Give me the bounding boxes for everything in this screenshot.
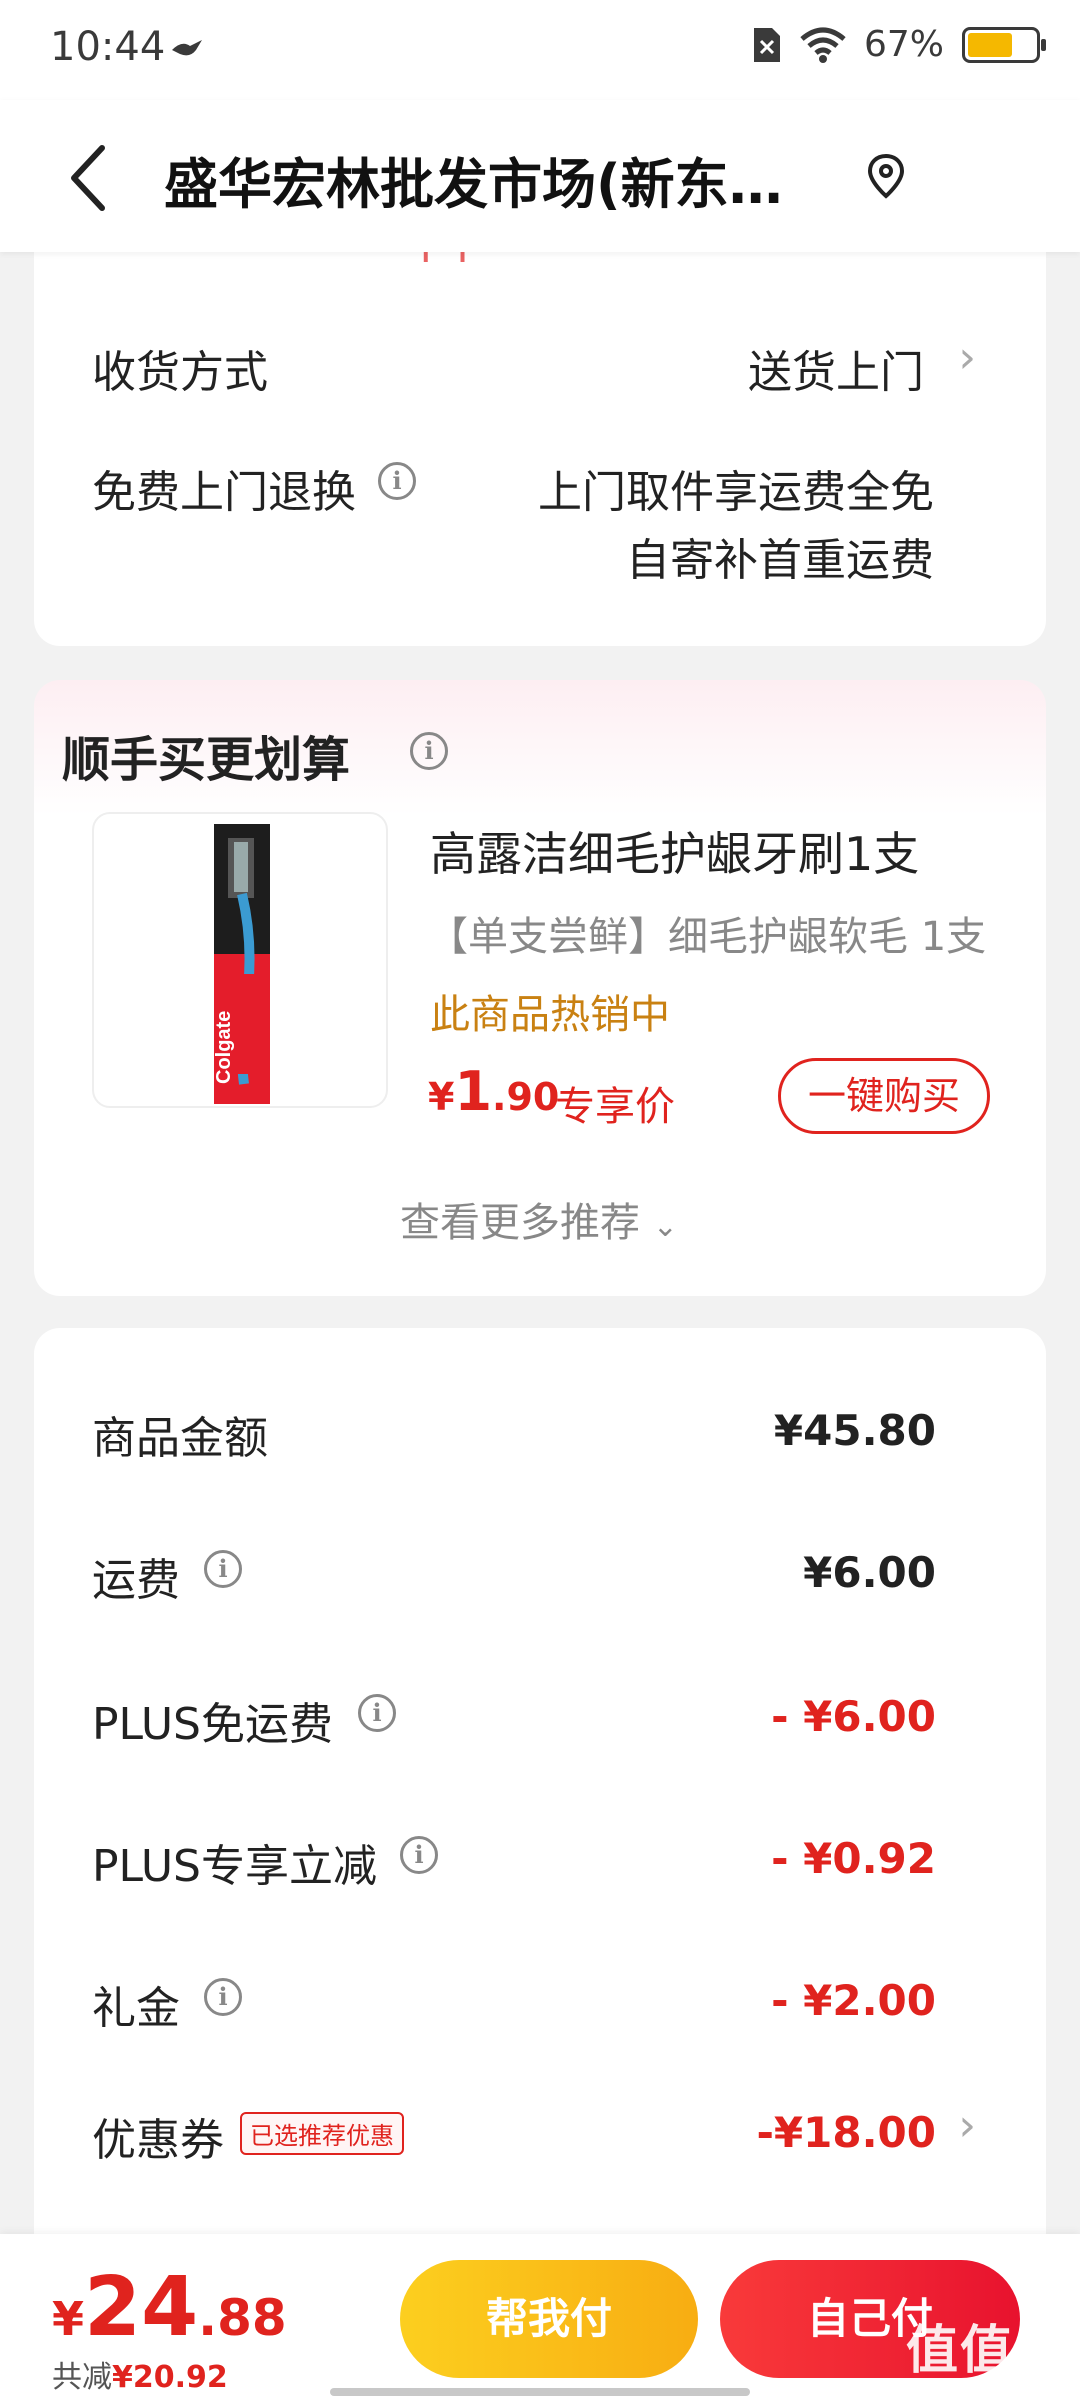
info-icon[interactable]: i [204, 1550, 242, 1588]
free-return-value-1: 上门取件享运费全免 [538, 467, 934, 518]
recommend-title: 顺手买更划算 [62, 732, 351, 788]
delivery-method-value[interactable]: 送货上门 [748, 336, 924, 400]
summary-value-shipping: ¥6.00 [803, 1548, 936, 1597]
chevron-down-icon: ⌄ [652, 1209, 678, 1244]
total-saved-value: ¥20.92 [112, 2360, 228, 2395]
one-click-buy-button[interactable]: 一键购买 [778, 1058, 990, 1134]
summary-label-plus-free-shipping: PLUS免运费 [92, 1699, 333, 1750]
summary-label-shipping: 运费 [92, 1555, 180, 1606]
total-saved-prefix: 共减 [52, 2360, 112, 2395]
product-price: ¥ 1 .90 [428, 1060, 559, 1123]
total-decimal: .88 [198, 2289, 287, 2347]
back-arrow-icon[interactable] [62, 140, 122, 216]
summary-value-coupon[interactable]: -¥18.00 [756, 2108, 936, 2157]
coupon-recommend-badge: 已选推荐优惠 [240, 2112, 404, 2155]
info-icon[interactable]: i [378, 462, 416, 500]
status-icons: 67% [752, 24, 1046, 65]
product-desc: 【单支尝鲜】细毛护龈软毛 1支 [428, 914, 987, 960]
toothbrush-image: Colgate [213, 824, 270, 1104]
summary-value-gift-money: - ¥2.00 [771, 1976, 936, 2025]
summary-value-plus-discount: - ¥0.92 [771, 1834, 936, 1883]
total-symbol: ¥ [52, 2292, 85, 2346]
location-pin-icon[interactable] [866, 150, 906, 206]
product-image[interactable]: Colgate [92, 812, 388, 1108]
price-symbol: ¥ [428, 1075, 455, 1119]
home-indicator[interactable] [330, 2388, 750, 2396]
more-recommend-label: 查看更多推荐 [400, 1200, 640, 1246]
battery-level [968, 32, 1013, 57]
total-price: ¥ 24 .88 [52, 2260, 287, 2355]
pay-for-me-button[interactable]: 帮我付 [400, 2260, 698, 2378]
battery-percent: 67% [863, 24, 944, 65]
chevron-right-icon[interactable]: › [958, 2100, 976, 2151]
total-saved: 共减¥20.92 [52, 2352, 228, 2396]
wifi-icon [800, 27, 846, 63]
chevron-right-icon[interactable]: › [958, 332, 976, 383]
info-icon[interactable]: i [358, 1694, 396, 1732]
free-return-label: 免费上门退换 [92, 467, 356, 518]
product-hot-label: 此商品热销中 [430, 992, 670, 1038]
watermark-main: 值值值 [905, 2321, 1068, 2381]
more-recommend-link[interactable]: 查看更多推荐 ⌄ [400, 1190, 678, 1248]
status-time: 10:44 [50, 24, 166, 70]
product-name[interactable]: 高露洁细毛护龈牙刷1支 [430, 818, 919, 884]
page-title[interactable]: 盛华宏林批发市场(新东… [164, 140, 864, 219]
free-return-value-2: 自寄补首重运费 [626, 535, 934, 586]
battery-icon [962, 26, 1046, 63]
brand-logo-text: Colgate [213, 1011, 235, 1084]
summary-label-gift-money: 礼金 [92, 1983, 180, 2034]
price-integer: 1 [454, 1060, 493, 1123]
summary-value-goods: ¥45.80 [773, 1406, 936, 1455]
sim-off-icon [753, 27, 780, 62]
summary-label-plus-discount: PLUS专享立减 [92, 1841, 377, 1892]
summary-label-coupon: 优惠券 [92, 2115, 224, 2166]
info-icon[interactable]: i [204, 1978, 242, 2016]
nav-bar: 盛华宏林批发市场(新东… [0, 100, 1080, 252]
price-decimal: .90 [492, 1075, 560, 1119]
delivery-method-label: 收货方式 [92, 347, 268, 398]
total-integer: 24 [84, 2260, 199, 2355]
status-bar: 10:44 67% [0, 0, 1080, 100]
summary-value-plus-free-shipping: - ¥6.00 [771, 1692, 936, 1741]
price-tag: 专享价 [555, 1084, 675, 1130]
info-icon[interactable]: i [400, 1836, 438, 1874]
summary-label-goods: 商品金额 [92, 1413, 268, 1464]
info-icon[interactable]: i [410, 732, 448, 770]
watermark-sub: zhizhizhi.com [932, 2383, 1042, 2400]
bird-icon [172, 40, 202, 56]
watermark: 值值值 zhizhizhi.com [906, 2308, 1068, 2400]
